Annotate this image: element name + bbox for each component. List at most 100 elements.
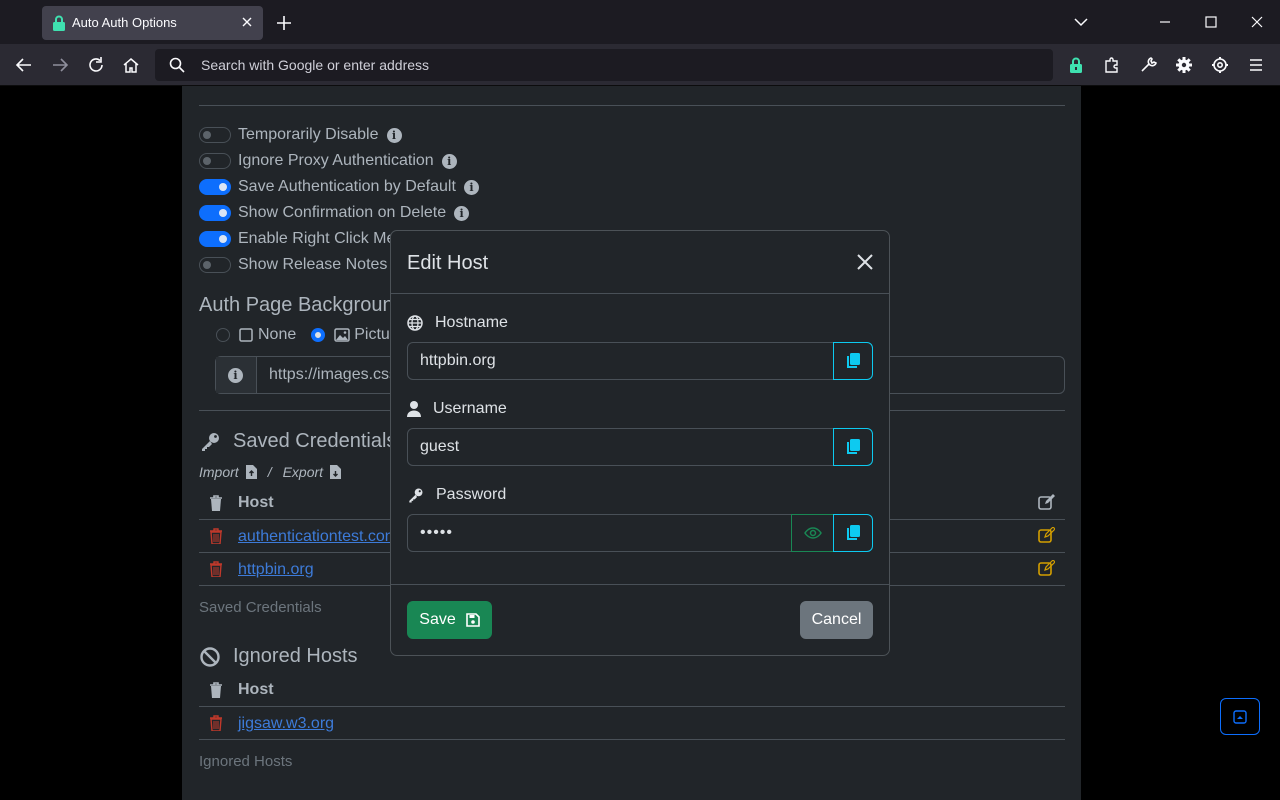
wrench-icon[interactable]	[1138, 55, 1158, 75]
option-release-notes[interactable]: Show Release Notes o	[199, 254, 401, 276]
host-link[interactable]: authenticationtest.con	[238, 528, 394, 546]
trash-icon[interactable]	[209, 528, 223, 544]
username-input-group	[407, 428, 873, 466]
password-input[interactable]	[407, 514, 792, 552]
close-icon[interactable]	[855, 252, 875, 272]
maximize-icon[interactable]	[1201, 12, 1221, 32]
toggle-switch[interactable]	[199, 205, 231, 221]
tab-title: Auto Auth Options	[72, 15, 177, 30]
hostname-input[interactable]	[407, 342, 834, 380]
username-label-text: Username	[433, 400, 507, 417]
toggle-switch[interactable]	[199, 179, 231, 195]
bg-url-input[interactable]: https://images.css	[269, 366, 397, 384]
option-label: Ignore Proxy Authentication	[238, 152, 434, 169]
saved-credentials-heading: Saved Credentials	[199, 430, 396, 453]
username-input[interactable]	[407, 428, 834, 466]
file-import-icon[interactable]	[245, 465, 257, 479]
export-link[interactable]: Export	[283, 464, 323, 480]
image-icon	[334, 328, 350, 342]
close-window-icon[interactable]	[1247, 12, 1267, 32]
save-button[interactable]: Save	[407, 601, 492, 639]
option-save-auth-default[interactable]: Save Authentication by Default i	[199, 176, 479, 198]
edit-host-modal: Edit Host Hostname Username Password	[390, 230, 890, 656]
host-column-header: Host	[238, 681, 274, 698]
edit-icon[interactable]	[1038, 494, 1055, 511]
password-input-group	[407, 514, 873, 552]
option-ignore-proxy[interactable]: Ignore Proxy Authentication i	[199, 150, 457, 172]
edit-icon[interactable]	[1038, 560, 1055, 577]
import-export-separator: /	[267, 464, 272, 480]
scroll-to-top-button[interactable]	[1220, 698, 1260, 735]
navigation-toolbar	[0, 44, 1280, 86]
option-label: Save Authentication by Default	[238, 178, 456, 195]
info-icon: i	[228, 368, 243, 383]
saved-credentials-caption: Saved Credentials	[199, 599, 322, 616]
hostname-input-group	[407, 342, 873, 380]
new-tab-icon[interactable]	[274, 13, 294, 33]
host-link[interactable]: jigsaw.w3.org	[238, 715, 334, 733]
reload-icon[interactable]	[86, 55, 106, 75]
auto-auth-extension-icon[interactable]	[1066, 55, 1086, 75]
bg-radio-group: None Pictu	[216, 326, 390, 344]
info-icon[interactable]: i	[454, 205, 470, 221]
copy-hostname-button[interactable]	[833, 342, 873, 380]
close-tab-icon[interactable]	[239, 14, 255, 30]
import-link[interactable]: Import	[199, 464, 239, 480]
trash-icon[interactable]	[209, 715, 223, 731]
radio-none[interactable]	[216, 328, 230, 342]
option-temporarily-disable[interactable]: Temporarily Disable i	[199, 124, 402, 146]
username-label: Username	[407, 400, 507, 418]
hostname-label-text: Hostname	[435, 314, 508, 331]
copy-username-button[interactable]	[833, 428, 873, 466]
ignored-hosts-caption: Ignored Hosts	[199, 753, 293, 770]
address-bar[interactable]	[155, 49, 1053, 81]
lock-icon	[53, 15, 65, 31]
extensions-puzzle-icon[interactable]	[1102, 55, 1122, 75]
tab-auto-auth-options[interactable]: Auto Auth Options	[42, 6, 263, 40]
password-label-text: Password	[436, 486, 507, 503]
cancel-button[interactable]: Cancel	[800, 601, 873, 639]
file-export-icon[interactable]	[330, 465, 342, 479]
option-label: Enable Right Click Me	[238, 230, 396, 247]
toggle-switch[interactable]	[199, 257, 231, 273]
copy-password-button[interactable]	[833, 514, 873, 552]
info-icon[interactable]: i	[441, 153, 457, 169]
toggle-switch[interactable]	[199, 127, 231, 143]
url-input[interactable]	[201, 49, 1021, 81]
trash-icon[interactable]	[209, 682, 223, 698]
toggle-password-button[interactable]	[791, 514, 834, 552]
trash-icon[interactable]	[209, 495, 223, 511]
hostname-label: Hostname	[407, 314, 508, 332]
info-icon[interactable]: i	[386, 127, 402, 143]
floppy-disk-icon	[465, 613, 480, 627]
info-icon[interactable]: i	[463, 179, 479, 195]
globe-icon	[407, 315, 423, 331]
ignored-hosts-title: Ignored Hosts	[233, 645, 358, 667]
modal-footer: Save Cancel	[391, 584, 889, 655]
gear-icon[interactable]	[1174, 55, 1194, 75]
list-all-tabs-icon[interactable]	[1071, 12, 1091, 32]
forward-arrow-icon[interactable]	[50, 55, 70, 75]
home-icon[interactable]	[121, 55, 141, 75]
minimize-icon[interactable]	[1155, 12, 1175, 32]
back-arrow-icon[interactable]	[14, 55, 34, 75]
settings-icon[interactable]	[1210, 55, 1230, 75]
modal-header: Edit Host	[391, 231, 889, 294]
copy-icon	[847, 525, 860, 540]
radio-none-label: None	[258, 326, 297, 343]
radio-picture[interactable]	[311, 328, 326, 342]
option-right-click-menu[interactable]: Enable Right Click Me	[199, 228, 395, 250]
host-link[interactable]: httpbin.org	[238, 561, 314, 579]
arrow-up-square-icon	[1233, 710, 1247, 724]
menu-hamburger-icon[interactable]	[1246, 55, 1266, 75]
radio-picture-label: Pictu	[354, 326, 390, 343]
toggle-switch[interactable]	[199, 153, 231, 169]
copy-icon	[847, 439, 860, 454]
saved-credentials-title: Saved Credentials	[233, 430, 397, 452]
toggle-switch[interactable]	[199, 231, 231, 247]
edit-icon[interactable]	[1038, 527, 1055, 544]
user-icon	[407, 401, 421, 417]
copy-icon	[847, 353, 860, 368]
trash-icon[interactable]	[209, 561, 223, 577]
option-confirm-delete[interactable]: Show Confirmation on Delete i	[199, 202, 470, 224]
